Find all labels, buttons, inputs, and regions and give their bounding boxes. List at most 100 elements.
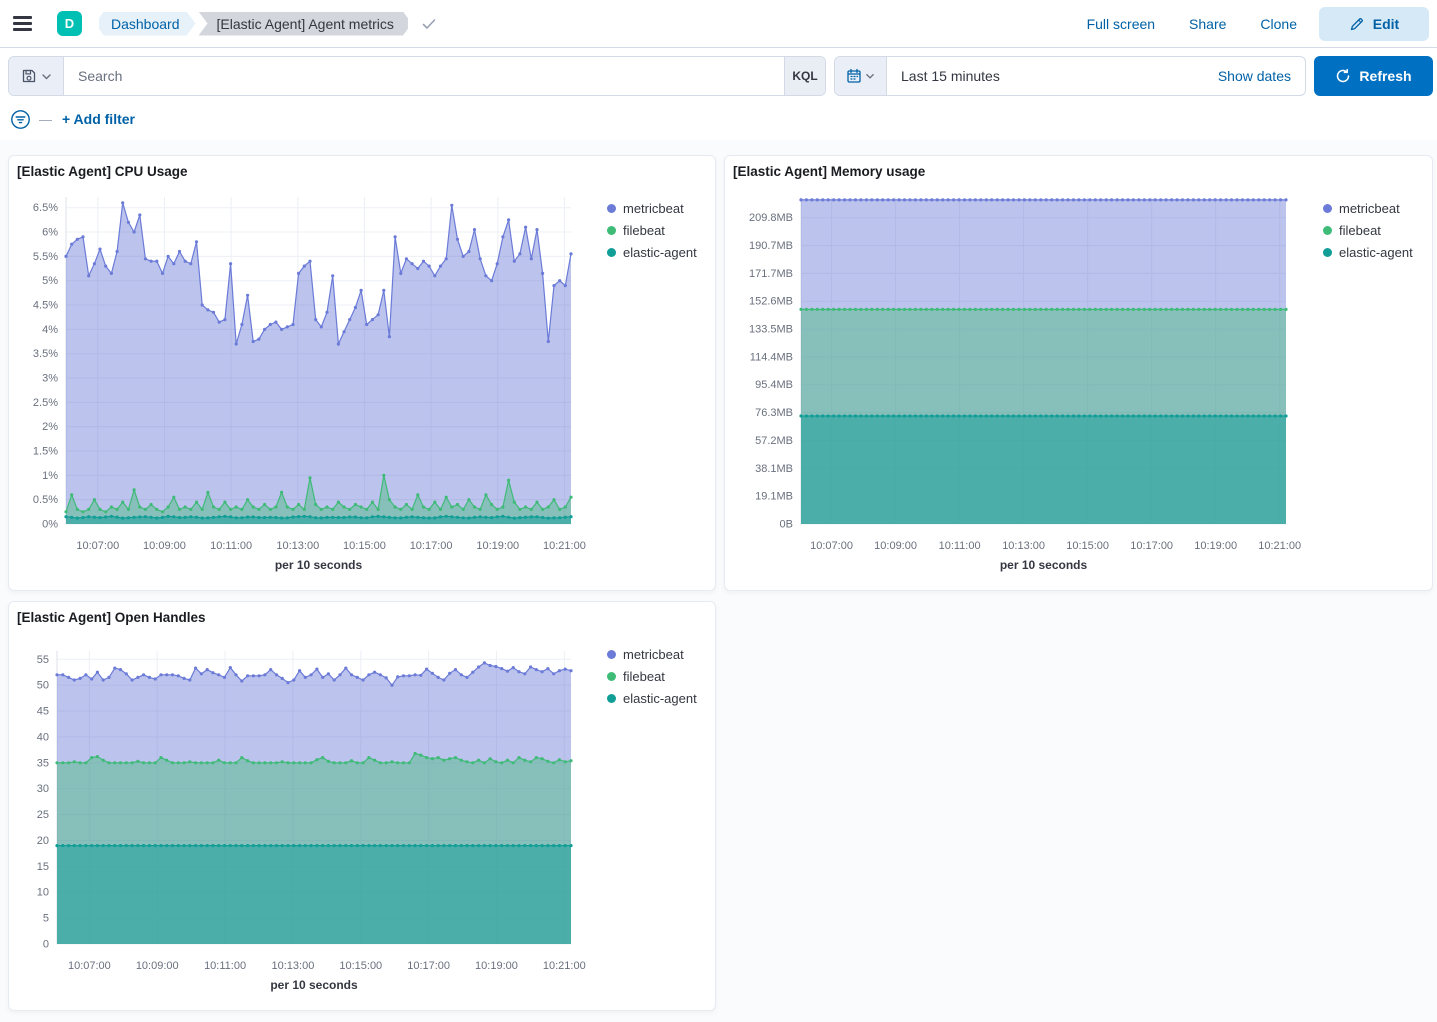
svg-text:0B: 0B: [780, 519, 793, 531]
memory-usage-area-chart[interactable]: 0B19.1MB38.1MB57.2MB76.3MB95.4MB114.4MB1…: [733, 183, 1319, 583]
svg-text:10:21:00: 10:21:00: [543, 540, 586, 552]
svg-text:2%: 2%: [42, 421, 58, 433]
legend-label: elastic-agent: [623, 691, 697, 706]
legend-item[interactable]: metricbeat: [1323, 197, 1413, 219]
svg-text:19.1MB: 19.1MB: [755, 491, 793, 503]
svg-text:per 10 seconds: per 10 seconds: [1000, 558, 1088, 572]
svg-text:6%: 6%: [42, 227, 58, 239]
svg-text:10:11:00: 10:11:00: [204, 960, 246, 972]
svg-text:2.5%: 2.5%: [33, 397, 58, 409]
svg-text:10: 10: [37, 887, 49, 899]
legend-label: metricbeat: [1339, 201, 1400, 216]
search-input[interactable]: [64, 57, 784, 95]
legend-dot-icon: [607, 650, 616, 659]
svg-text:30: 30: [37, 783, 49, 795]
legend-label: elastic-agent: [623, 245, 697, 260]
legend-item[interactable]: metricbeat: [607, 197, 697, 219]
legend-item[interactable]: elastic-agent: [607, 241, 697, 263]
chart-legend: metricbeat filebeat elastic-agent: [603, 629, 697, 709]
legend-item[interactable]: metricbeat: [607, 643, 697, 665]
legend-dot-icon: [607, 226, 616, 235]
legend-label: metricbeat: [623, 647, 684, 662]
svg-text:55: 55: [37, 654, 49, 666]
legend-item[interactable]: elastic-agent: [1323, 241, 1413, 263]
chevron-down-icon: [41, 71, 52, 82]
svg-text:10:21:00: 10:21:00: [543, 960, 586, 972]
svg-text:10:09:00: 10:09:00: [136, 960, 179, 972]
legend-item[interactable]: filebeat: [607, 665, 697, 687]
breadcrumb-dashboard[interactable]: Dashboard: [99, 12, 196, 36]
svg-text:10:09:00: 10:09:00: [874, 540, 917, 552]
svg-text:10:17:00: 10:17:00: [1130, 540, 1173, 552]
legend-dot-icon: [1323, 248, 1332, 257]
legend-item[interactable]: elastic-agent: [607, 687, 697, 709]
svg-text:4%: 4%: [42, 324, 58, 336]
full-screen-link[interactable]: Full screen: [1075, 16, 1167, 32]
svg-text:3.5%: 3.5%: [33, 348, 58, 360]
panel-open-handles: [Elastic Agent] Open Handles 05101520253…: [8, 601, 716, 1011]
panel-title[interactable]: [Elastic Agent] Open Handles: [17, 610, 707, 626]
chart-legend: metricbeat filebeat elastic-agent: [603, 183, 697, 263]
svg-text:190.7MB: 190.7MB: [749, 240, 793, 252]
svg-text:152.6MB: 152.6MB: [749, 296, 793, 308]
panel-title[interactable]: [Elastic Agent] Memory usage: [733, 164, 1424, 180]
legend-dot-icon: [607, 204, 616, 213]
panel-title[interactable]: [Elastic Agent] CPU Usage: [17, 164, 707, 180]
svg-text:0: 0: [43, 939, 49, 951]
show-dates-button[interactable]: Show dates: [1218, 57, 1305, 95]
svg-text:10:17:00: 10:17:00: [407, 960, 450, 972]
svg-text:133.5MB: 133.5MB: [749, 324, 793, 336]
kql-syntax-button[interactable]: KQL: [784, 57, 825, 95]
chart-legend: metricbeat filebeat elastic-agent: [1319, 183, 1413, 263]
open-handles-area-chart[interactable]: 051015202530354045505510:07:0010:09:0010…: [17, 629, 603, 1003]
refresh-button[interactable]: Refresh: [1314, 56, 1433, 96]
svg-text:10:19:00: 10:19:00: [1194, 540, 1237, 552]
svg-text:10:09:00: 10:09:00: [143, 540, 186, 552]
saved-query-menu-button[interactable]: [9, 57, 64, 95]
space-avatar[interactable]: D: [57, 11, 82, 36]
svg-text:10:15:00: 10:15:00: [343, 540, 386, 552]
svg-text:per 10 seconds: per 10 seconds: [270, 978, 358, 992]
legend-label: filebeat: [1339, 223, 1381, 238]
svg-text:10:15:00: 10:15:00: [1066, 540, 1109, 552]
legend-dot-icon: [607, 694, 616, 703]
edit-button[interactable]: Edit: [1319, 7, 1429, 41]
date-quick-select-button[interactable]: [835, 57, 887, 95]
refresh-button-label: Refresh: [1359, 68, 1411, 84]
svg-text:per 10 seconds: per 10 seconds: [275, 558, 363, 572]
legend-item[interactable]: filebeat: [1323, 219, 1413, 241]
svg-text:0.5%: 0.5%: [33, 494, 58, 506]
menu-hamburger-icon[interactable]: [0, 0, 44, 48]
save-icon: [21, 68, 37, 84]
panel-memory-usage: [Elastic Agent] Memory usage 0B19.1MB38.…: [724, 155, 1433, 591]
breadcrumb: Dashboard [Elastic Agent] Agent metrics: [99, 12, 408, 36]
clone-link[interactable]: Clone: [1248, 16, 1309, 32]
time-range-value[interactable]: Last 15 minutes: [887, 57, 1218, 95]
panel-cpu-usage: [Elastic Agent] CPU Usage 0%0.5%1%1.5%2%…: [8, 155, 716, 591]
svg-text:10:07:00: 10:07:00: [76, 540, 119, 552]
svg-text:50: 50: [37, 680, 49, 692]
svg-text:10:11:00: 10:11:00: [210, 540, 252, 552]
cpu-usage-area-chart[interactable]: 0%0.5%1%1.5%2%2.5%3%3.5%4%4.5%5%5.5%6%6.…: [17, 183, 603, 583]
svg-text:10:07:00: 10:07:00: [68, 960, 111, 972]
filter-menu-icon[interactable]: [10, 109, 31, 130]
legend-dot-icon: [607, 672, 616, 681]
svg-text:5.5%: 5.5%: [33, 251, 58, 263]
edit-button-label: Edit: [1373, 16, 1399, 32]
legend-dot-icon: [1323, 226, 1332, 235]
svg-text:5%: 5%: [42, 275, 58, 287]
svg-text:10:13:00: 10:13:00: [272, 960, 315, 972]
dashboard-canvas: [Elastic Agent] CPU Usage 0%0.5%1%1.5%2%…: [0, 140, 1437, 1022]
query-controls-row: KQL Last 15 minutes Show dates Refresh: [0, 48, 1437, 106]
svg-text:171.7MB: 171.7MB: [749, 268, 793, 280]
legend-label: filebeat: [623, 669, 665, 684]
refresh-icon: [1335, 68, 1351, 84]
svg-text:1.5%: 1.5%: [33, 446, 58, 458]
add-filter-button[interactable]: + Add filter: [62, 111, 135, 127]
legend-item[interactable]: filebeat: [607, 219, 697, 241]
filter-row: — + Add filter: [0, 104, 1437, 134]
share-link[interactable]: Share: [1177, 16, 1238, 32]
svg-text:6.5%: 6.5%: [33, 202, 58, 214]
legend-label: metricbeat: [623, 201, 684, 216]
check-icon: [420, 15, 438, 33]
